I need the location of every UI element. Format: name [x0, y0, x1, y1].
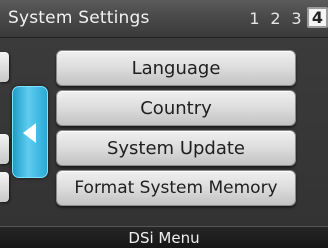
dsi-menu-button[interactable]: DSi Menu [0, 226, 328, 248]
previous-page-button[interactable] [12, 86, 48, 178]
left-arrow-icon [23, 123, 36, 143]
language-button[interactable]: Language [56, 50, 296, 86]
page-3-indicator[interactable]: 3 [286, 8, 307, 29]
side-tab [0, 172, 9, 202]
side-tab [0, 134, 9, 164]
settings-content: Language Country System Update Format Sy… [0, 38, 328, 226]
format-system-memory-button[interactable]: Format System Memory [56, 170, 296, 206]
page-1-indicator[interactable]: 1 [244, 8, 265, 29]
page-4-indicator[interactable]: 4 [307, 7, 328, 28]
dsi-menu-label: DSi Menu [128, 228, 200, 247]
system-update-button[interactable]: System Update [56, 130, 296, 166]
page-2-indicator[interactable]: 2 [265, 8, 286, 29]
title-bar: System Settings 1 2 3 4 [0, 0, 328, 38]
side-tab [0, 52, 9, 82]
page-indicator: 1 2 3 4 [244, 7, 328, 29]
page-title: System Settings [8, 8, 150, 28]
country-button[interactable]: Country [56, 90, 296, 126]
